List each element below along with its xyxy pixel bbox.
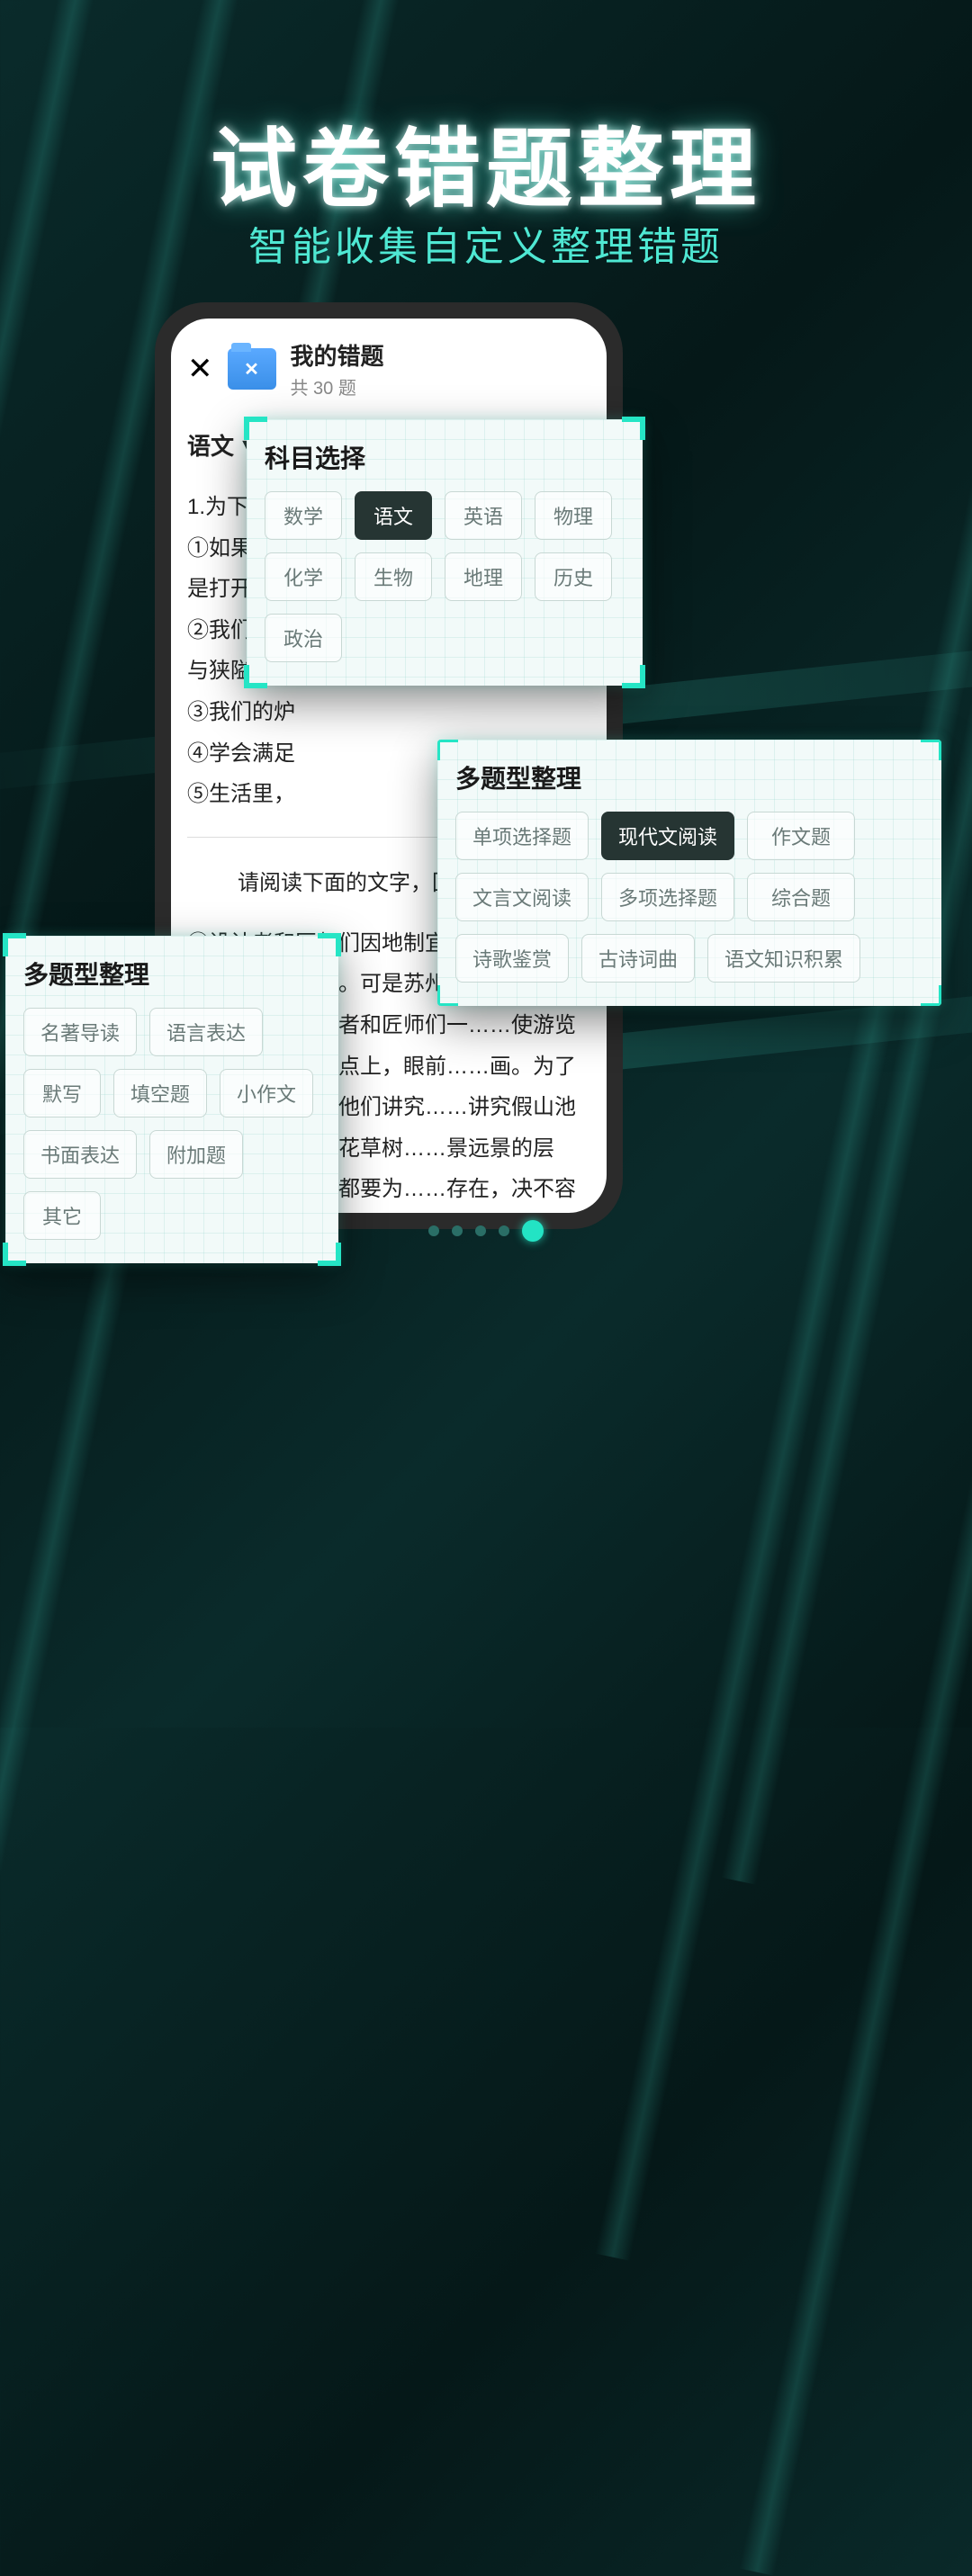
question-type-panel-left: 多题型整理 名著导读语言表达默写填空题小作文书面表达附加题其它 — [5, 936, 338, 1263]
chip-语文[interactable]: 语文 — [355, 491, 432, 540]
hero-title: 试卷错题整理 — [0, 99, 972, 224]
question-type-title-left: 多题型整理 — [23, 956, 320, 992]
subject-picker-title: 科目选择 — [265, 439, 625, 475]
page-dot-2[interactable] — [475, 1225, 486, 1236]
question-type-title-right: 多题型整理 — [455, 759, 923, 795]
chip-附加题[interactable]: 附加题 — [149, 1130, 243, 1179]
chip-英语[interactable]: 英语 — [445, 491, 522, 540]
page-dot-1[interactable] — [452, 1225, 463, 1236]
page-dot-4[interactable] — [522, 1220, 544, 1242]
chip-单项选择题[interactable]: 单项选择题 — [455, 812, 589, 860]
folder-icon: ✕ — [228, 348, 276, 390]
page-dot-3[interactable] — [499, 1225, 509, 1236]
question-type-panel-right: 多题型整理 单项选择题现代文阅读作文题文言文阅读多项选择题综合题诗歌鉴赏古诗词曲… — [437, 740, 941, 1006]
chip-历史[interactable]: 历史 — [535, 552, 612, 601]
chip-默写[interactable]: 默写 — [23, 1069, 101, 1117]
folder-count: 共 30 题 — [291, 373, 384, 399]
chip-诗歌鉴赏[interactable]: 诗歌鉴赏 — [455, 934, 569, 983]
subject-picker-panel: 科目选择 数学语文英语物理化学生物地理历史政治 — [247, 419, 643, 686]
folder-title: 我的错题 — [291, 338, 384, 372]
chip-现代文阅读[interactable]: 现代文阅读 — [601, 812, 734, 860]
page-dot-0[interactable] — [428, 1225, 439, 1236]
chip-综合题[interactable]: 综合题 — [747, 873, 855, 921]
chip-文言文阅读[interactable]: 文言文阅读 — [455, 873, 589, 921]
chip-语文知识积累[interactable]: 语文知识积累 — [707, 934, 860, 983]
subject-dropdown-label: 语文 — [187, 428, 234, 462]
chip-名著导读[interactable]: 名著导读 — [23, 1008, 137, 1056]
chip-化学[interactable]: 化学 — [265, 552, 342, 601]
chip-填空题[interactable]: 填空题 — [113, 1069, 207, 1117]
chip-政治[interactable]: 政治 — [265, 614, 342, 662]
chip-物理[interactable]: 物理 — [535, 491, 612, 540]
close-icon[interactable]: ✕ — [187, 354, 213, 384]
chip-书面表达[interactable]: 书面表达 — [23, 1130, 137, 1179]
chip-生物[interactable]: 生物 — [355, 552, 432, 601]
pagination-dots — [0, 1225, 972, 1242]
chip-古诗词曲[interactable]: 古诗词曲 — [581, 934, 695, 983]
hero-subtitle: 智能收集自定义整理错题 — [0, 214, 972, 272]
chip-语言表达[interactable]: 语言表达 — [149, 1008, 263, 1056]
chip-数学[interactable]: 数学 — [265, 491, 342, 540]
chip-作文题[interactable]: 作文题 — [747, 812, 855, 860]
chip-小作文[interactable]: 小作文 — [220, 1069, 313, 1117]
chip-地理[interactable]: 地理 — [445, 552, 522, 601]
chip-多项选择题[interactable]: 多项选择题 — [601, 873, 734, 921]
